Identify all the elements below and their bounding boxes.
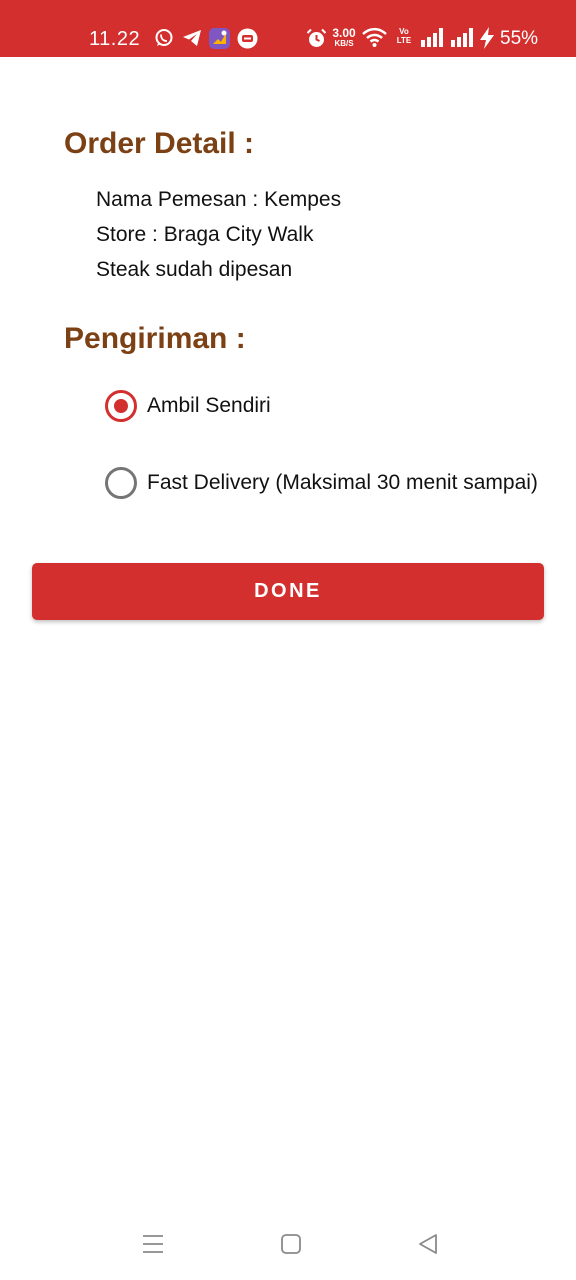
customer-name-line: Nama Pemesan : Kempes <box>96 188 342 211</box>
done-button[interactable]: DONE <box>32 563 544 620</box>
menu-icon[interactable] <box>142 1233 164 1255</box>
charging-icon <box>480 27 494 49</box>
volte-icon: Vo LTE <box>396 27 412 45</box>
radio-option-ambil-sendiri[interactable]: Ambil Sendiri <box>105 389 271 423</box>
network-speed: 3.00 KB/S <box>330 27 358 48</box>
whatsapp-icon <box>155 29 173 46</box>
network-speed-unit: KB/S <box>334 39 354 48</box>
network-speed-value: 3.00 <box>332 26 356 40</box>
navigation-bar <box>0 1215 576 1275</box>
telegram-icon <box>183 30 201 46</box>
shortcut-app-icon <box>209 28 230 49</box>
status-time: 11.22 <box>89 28 141 50</box>
order-status-line: Steak sudah dipesan <box>96 258 293 281</box>
status-bar: 11.22 3.00 KB/S Vo LTE 55% <box>0 0 576 57</box>
wifi-icon <box>362 27 387 47</box>
order-detail-screen: 11.22 3.00 KB/S Vo LTE 55% Order Detail … <box>0 0 576 1280</box>
radio-button-unchecked[interactable] <box>105 467 137 499</box>
order-detail-title: Order Detail : <box>64 127 255 160</box>
alarm-icon <box>306 28 327 47</box>
radio-label-fast-delivery: Fast Delivery (Maksimal 30 menit sampai) <box>147 471 538 494</box>
home-icon[interactable] <box>280 1233 302 1255</box>
chat-app-icon <box>237 28 258 49</box>
radio-option-fast-delivery[interactable]: Fast Delivery (Maksimal 30 menit sampai) <box>105 466 538 500</box>
battery-level: 55% <box>500 28 539 49</box>
store-line: Store : Braga City Walk <box>96 223 314 246</box>
signal-icon <box>421 28 443 47</box>
shipping-title: Pengiriman : <box>64 322 246 355</box>
radio-button-checked[interactable] <box>105 390 137 422</box>
signal-icon <box>451 28 473 47</box>
back-icon[interactable] <box>417 1233 439 1255</box>
radio-label-ambil-sendiri: Ambil Sendiri <box>147 394 271 417</box>
